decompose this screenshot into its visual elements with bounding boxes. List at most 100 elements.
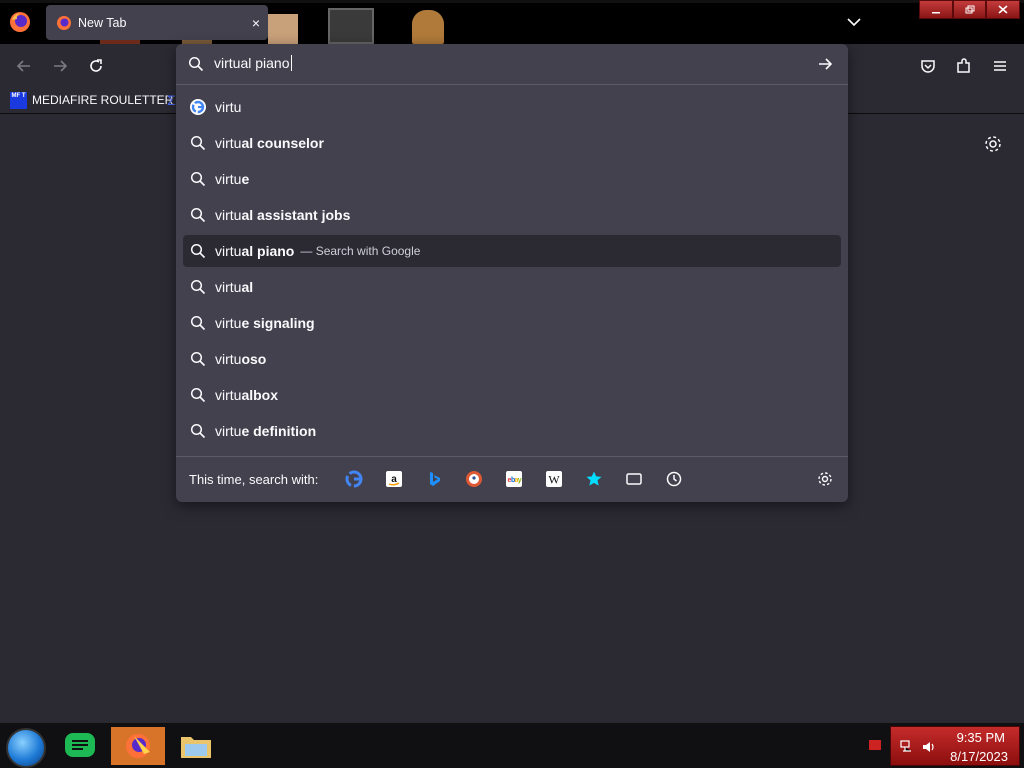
suggestion-completion-part: al	[241, 279, 254, 295]
suggestion-typed-part: virtu	[215, 423, 242, 439]
clock-time[interactable]: 9:35 PM	[957, 730, 1005, 745]
tray-flag-icon[interactable]	[869, 740, 881, 750]
search-icon	[190, 423, 206, 439]
chat-app-button[interactable]	[60, 727, 100, 765]
suggestion-action-hint: — Search with Google	[300, 244, 421, 258]
svg-text:a: a	[391, 474, 397, 485]
bookmark-mediafire-rouletter[interactable]: MF T MEDIAFIRE ROULETTER	[10, 90, 173, 110]
background-thumbnail	[328, 8, 374, 44]
suggestion-text: virtual	[215, 279, 253, 295]
tab-close-icon[interactable]: ×	[244, 15, 268, 31]
amazon-icon[interactable]: a	[384, 469, 404, 489]
app-menu-button[interactable]	[986, 52, 1014, 80]
suggestion-text: virtuoso	[215, 351, 266, 367]
window-controls	[919, 0, 1021, 19]
urlbar-input[interactable]: virtual piano	[214, 55, 292, 71]
puzzle-icon	[957, 58, 970, 73]
bing-icon[interactable]	[424, 469, 444, 489]
text-caret	[290, 55, 292, 71]
tab-new-tab[interactable]: New Tab ×	[46, 5, 268, 40]
history-icon[interactable]	[664, 469, 684, 489]
suggestion-row[interactable]: virtue	[183, 163, 841, 195]
tabs-icon[interactable]	[624, 469, 644, 489]
network-icon[interactable]	[899, 739, 915, 755]
svg-text:W: W	[548, 473, 560, 487]
suggestion-completion-part: albox	[241, 387, 279, 403]
suggestion-completion-part: e definition	[241, 423, 317, 439]
urlbar-dropdown: virtual piano virtu virtual counselor virt…	[176, 44, 848, 502]
suggestion-row[interactable]: virtue definition	[183, 415, 841, 447]
reload-button[interactable]	[82, 52, 110, 80]
suggestion-typed-part: virtu	[215, 315, 242, 331]
start-button[interactable]	[6, 728, 46, 768]
suggestion-completion-part: al counselor	[241, 135, 324, 151]
suggestion-row[interactable]: virtual	[183, 271, 841, 303]
search-settings-gear-icon[interactable]	[816, 470, 834, 488]
suggestion-row[interactable]: virtue signaling	[183, 307, 841, 339]
suggestion-row[interactable]: virtual piano — Search with Google	[183, 235, 841, 267]
suggestion-text: virtualbox	[215, 387, 278, 403]
forward-button[interactable]	[46, 52, 74, 80]
search-icon	[190, 387, 206, 403]
suggestion-typed-part: virtu	[215, 171, 242, 187]
back-arrow-icon	[16, 60, 30, 72]
ebay-icon[interactable]: ebay	[504, 469, 524, 489]
back-button[interactable]	[10, 52, 38, 80]
google-icon	[190, 99, 206, 115]
suggestion-text: virtual piano	[215, 243, 294, 259]
suggestion-text: virtual assistant jobs	[215, 207, 350, 223]
search-icon	[190, 135, 206, 151]
firefox-favicon-icon	[57, 15, 71, 30]
go-arrow-icon[interactable]	[816, 55, 834, 73]
restore-button[interactable]	[952, 0, 987, 19]
duckduckgo-icon[interactable]	[464, 469, 484, 489]
suggestion-row[interactable]: virtualbox	[183, 379, 841, 411]
suggestion-typed-part: virtu	[215, 99, 242, 115]
hamburger-menu-icon	[994, 61, 1006, 71]
suggestion-row[interactable]: virtual assistant jobs	[183, 199, 841, 231]
forward-arrow-icon	[54, 60, 68, 72]
bookmarks-star-icon[interactable]	[584, 469, 604, 489]
firefox-taskbar-button[interactable]	[111, 727, 165, 765]
suggestion-text: virtual counselor	[215, 135, 324, 151]
search-icon	[190, 279, 206, 295]
suggestion-typed-part: virtu	[215, 387, 242, 403]
pocket-icon	[921, 60, 935, 73]
minimize-button[interactable]	[919, 0, 953, 19]
search-icon	[190, 171, 206, 187]
chevron-down-icon[interactable]	[842, 12, 866, 32]
suggestion-completion-part: al piano	[241, 243, 295, 259]
system-tray: 9:35 PM 8/17/2023	[890, 726, 1020, 766]
firefox-app-icon[interactable]	[8, 10, 32, 34]
reload-icon	[90, 59, 102, 72]
mediafire-favicon-icon: MF T	[10, 91, 27, 109]
google-icon[interactable]	[344, 469, 364, 489]
search-icon	[190, 315, 206, 331]
suggestion-row[interactable]: virtu	[183, 91, 841, 123]
folder-icon	[181, 737, 211, 758]
suggestion-text: virtue signaling	[215, 315, 315, 331]
suggestion-typed-part: virtu	[215, 279, 242, 295]
close-button[interactable]	[986, 0, 1021, 19]
clock-date[interactable]: 8/17/2023	[950, 749, 1008, 764]
one-off-label: This time, search with:	[189, 472, 319, 487]
urlbar: virtual piano	[176, 44, 848, 85]
volume-icon[interactable]	[921, 739, 937, 755]
suggestion-completion-part: e signaling	[241, 315, 315, 331]
extensions-button[interactable]	[950, 52, 978, 80]
svg-text:y: y	[518, 477, 522, 484]
bookmark-partial-icon[interactable]: Σ	[167, 92, 176, 108]
search-icon	[190, 351, 206, 367]
suggestion-row[interactable]: virtuoso	[183, 343, 841, 375]
suggestion-text: virtue	[215, 171, 249, 187]
suggestion-hint-text: Search with Google	[315, 244, 421, 258]
wikipedia-icon[interactable]: W	[544, 469, 564, 489]
search-icon	[190, 207, 206, 223]
gear-icon[interactable]	[982, 133, 1004, 155]
firefox-icon	[126, 734, 150, 758]
tab-strip: New Tab ×	[0, 0, 1024, 44]
file-explorer-button[interactable]	[176, 727, 216, 765]
suggestion-row[interactable]: virtual counselor	[183, 127, 841, 159]
pocket-button[interactable]	[914, 52, 942, 80]
suggestion-text: virtue definition	[215, 423, 316, 439]
